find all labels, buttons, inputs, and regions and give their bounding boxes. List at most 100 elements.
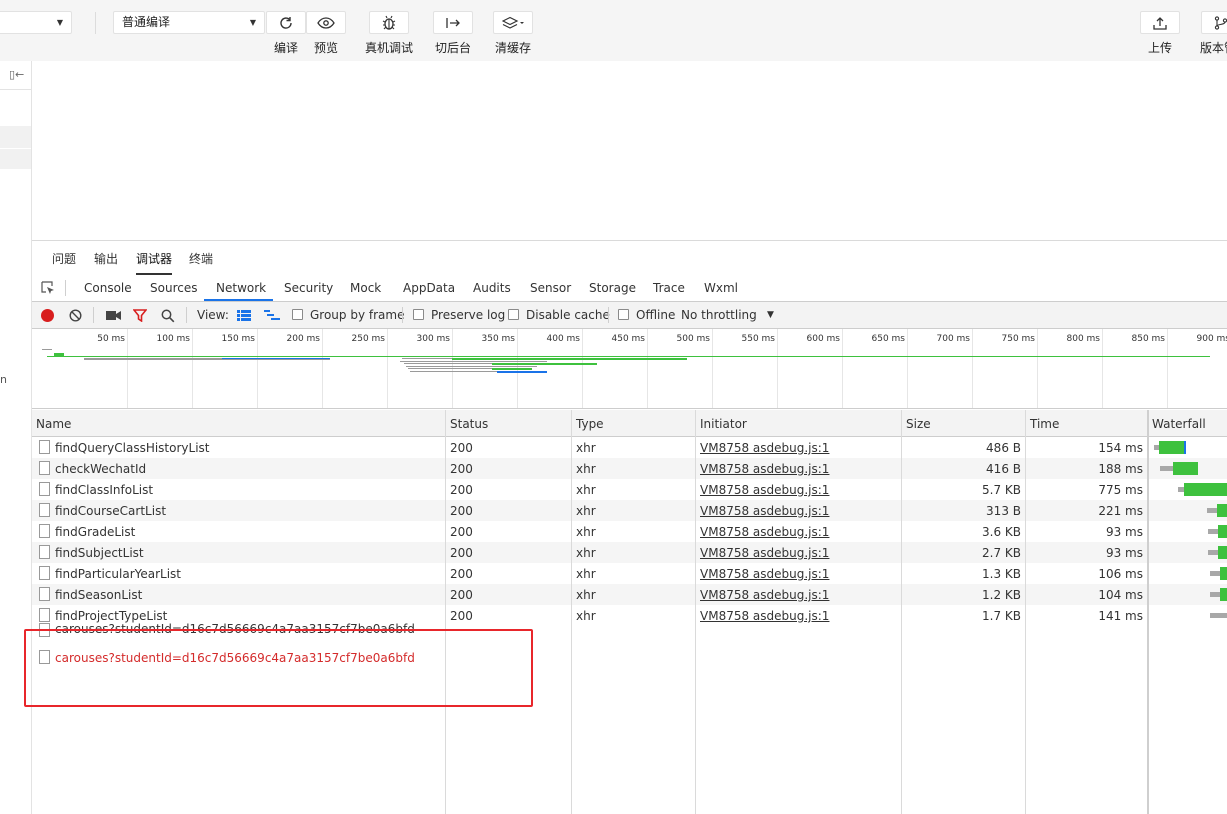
version-button[interactable] — [1201, 11, 1227, 34]
clear-cache-button[interactable] — [493, 11, 533, 34]
record-button[interactable] — [41, 309, 54, 322]
overview-gridline — [907, 329, 908, 408]
search-icon[interactable] — [161, 309, 175, 323]
upload-button[interactable] — [1140, 11, 1180, 34]
overview-tick-label: 200 ms — [286, 334, 321, 344]
waterfall-view-icon[interactable] — [264, 310, 280, 321]
table-row[interactable]: findParticularYearList 200 xhr VM8758 as… — [32, 563, 1227, 584]
switch-backend-label: 切后台 — [434, 41, 471, 55]
devtools-tabs: Console Sources Network Security Mock Ap… — [32, 275, 1227, 302]
tab-output[interactable]: 输出 — [94, 250, 118, 273]
header-waterfall[interactable]: Waterfall — [1152, 417, 1206, 431]
waterfall-wait-bar — [1210, 571, 1220, 576]
request-type: xhr — [576, 588, 596, 602]
toolbar-divider — [186, 307, 187, 323]
tab-sources[interactable]: Sources — [150, 281, 197, 295]
branch-icon — [1214, 15, 1227, 30]
request-initiator-link[interactable]: VM8758 asdebug.js:1 — [700, 504, 829, 518]
request-initiator-link[interactable]: VM8758 asdebug.js:1 — [700, 588, 829, 602]
request-initiator-link[interactable]: VM8758 asdebug.js:1 — [700, 525, 829, 539]
remote-debug-label: 真机调试 — [364, 41, 413, 55]
waterfall-download-bar — [1220, 567, 1227, 580]
request-name: findGradeList — [55, 525, 136, 539]
preview-button[interactable] — [306, 11, 346, 34]
tab-terminal[interactable]: 终端 — [189, 250, 213, 273]
remote-debug-button[interactable] — [369, 11, 409, 34]
tab-console[interactable]: Console — [84, 281, 132, 295]
header-initiator[interactable]: Initiator — [700, 417, 747, 431]
overview-request-bar — [492, 368, 532, 370]
overview-request-bar — [42, 349, 52, 350]
tab-appdata[interactable]: AppData — [403, 281, 455, 295]
request-initiator-link[interactable]: VM8758 asdebug.js:1 — [700, 462, 829, 476]
header-type[interactable]: Type — [576, 417, 604, 431]
table-row[interactable]: checkWechatId 200 xhr VM8758 asdebug.js:… — [32, 458, 1227, 479]
active-tab-indicator — [204, 299, 273, 301]
preserve-log-checkbox[interactable] — [413, 309, 424, 320]
overview-gridline — [387, 329, 388, 408]
compile-mode-select[interactable]: 普通编译 ▼ — [113, 11, 265, 34]
overview-gridline — [972, 329, 973, 408]
request-initiator-link[interactable]: VM8758 asdebug.js:1 — [700, 567, 829, 581]
request-initiator-link[interactable]: VM8758 asdebug.js:1 — [700, 441, 829, 455]
table-row[interactable]: findGradeList 200 xhr VM8758 asdebug.js:… — [32, 521, 1227, 542]
request-type: xhr — [576, 546, 596, 560]
table-row[interactable]: findSubjectList 200 xhr VM8758 asdebug.j… — [32, 542, 1227, 563]
offline-checkbox[interactable] — [618, 309, 629, 320]
waterfall-download-bar — [1218, 525, 1227, 538]
list-view-icon[interactable] — [237, 310, 251, 321]
request-type: xhr — [576, 483, 596, 497]
overview-tick-label: 50 ms — [97, 334, 125, 344]
compile-button[interactable] — [266, 11, 306, 34]
overview-gridline — [647, 329, 648, 408]
overview-gridline — [1037, 329, 1038, 408]
switch-backend-button[interactable] — [433, 11, 473, 34]
tab-problems[interactable]: 问题 — [52, 250, 76, 273]
filter-icon[interactable] — [133, 309, 147, 322]
request-initiator-link[interactable]: VM8758 asdebug.js:1 — [700, 609, 829, 623]
request-status: 200 — [450, 483, 473, 497]
header-time[interactable]: Time — [1030, 417, 1059, 431]
top-toolbar: ▼ 普通编译 ▼ 编译 预览 真机调试 切后台 清缓存 上传 版本管 — [0, 0, 1227, 61]
inspect-element-icon[interactable] — [41, 281, 56, 296]
request-initiator-link[interactable]: VM8758 asdebug.js:1 — [700, 483, 829, 497]
table-row[interactable]: findClassInfoList 200 xhr VM8758 asdebug… — [32, 479, 1227, 500]
header-size[interactable]: Size — [906, 417, 931, 431]
request-size: 313 B — [986, 504, 1021, 518]
file-icon — [39, 482, 50, 496]
request-initiator-link[interactable]: VM8758 asdebug.js:1 — [700, 546, 829, 560]
tab-mock[interactable]: Mock — [350, 281, 381, 295]
toolbar-divider — [93, 307, 94, 323]
tab-trace[interactable]: Trace — [653, 281, 685, 295]
collapse-panel-icon[interactable]: ▯← — [9, 68, 24, 81]
overview-tick-label: 900 ms — [1196, 334, 1227, 344]
device-select[interactable]: ▼ — [0, 11, 72, 34]
camera-icon[interactable] — [106, 310, 121, 321]
table-row[interactable]: findQueryClassHistoryList 200 xhr VM8758… — [32, 437, 1227, 458]
tab-audits[interactable]: Audits — [473, 281, 511, 295]
toolbar-divider — [608, 307, 609, 323]
column-divider — [571, 410, 572, 814]
tab-sensor[interactable]: Sensor — [530, 281, 571, 295]
file-icon — [39, 503, 50, 517]
request-time: 154 ms — [1098, 441, 1143, 455]
header-status[interactable]: Status — [450, 417, 488, 431]
group-by-frame-checkbox[interactable] — [292, 309, 303, 320]
tab-debugger[interactable]: 调试器 — [136, 250, 173, 275]
clear-icon[interactable] — [69, 309, 82, 322]
header-name[interactable]: Name — [36, 417, 71, 431]
overview-tick-label: 750 ms — [1001, 334, 1036, 344]
tab-security[interactable]: Security — [284, 281, 333, 295]
disable-cache-checkbox[interactable] — [508, 309, 519, 320]
table-row[interactable]: findCourseCartList 200 xhr VM8758 asdebu… — [32, 500, 1227, 521]
overview-gridline — [777, 329, 778, 408]
throttling-select[interactable]: No throttling — [681, 308, 757, 322]
table-row[interactable]: findSeasonList 200 xhr VM8758 asdebug.js… — [32, 584, 1227, 605]
tab-storage[interactable]: Storage — [589, 281, 636, 295]
tab-wxml[interactable]: Wxml — [704, 281, 738, 295]
tab-network[interactable]: Network — [216, 281, 266, 295]
request-name: findSubjectList — [55, 546, 144, 560]
waterfall-download-bar — [1217, 504, 1227, 517]
chevron-down-icon[interactable]: ▼ — [767, 310, 774, 320]
layers-icon — [502, 16, 524, 29]
